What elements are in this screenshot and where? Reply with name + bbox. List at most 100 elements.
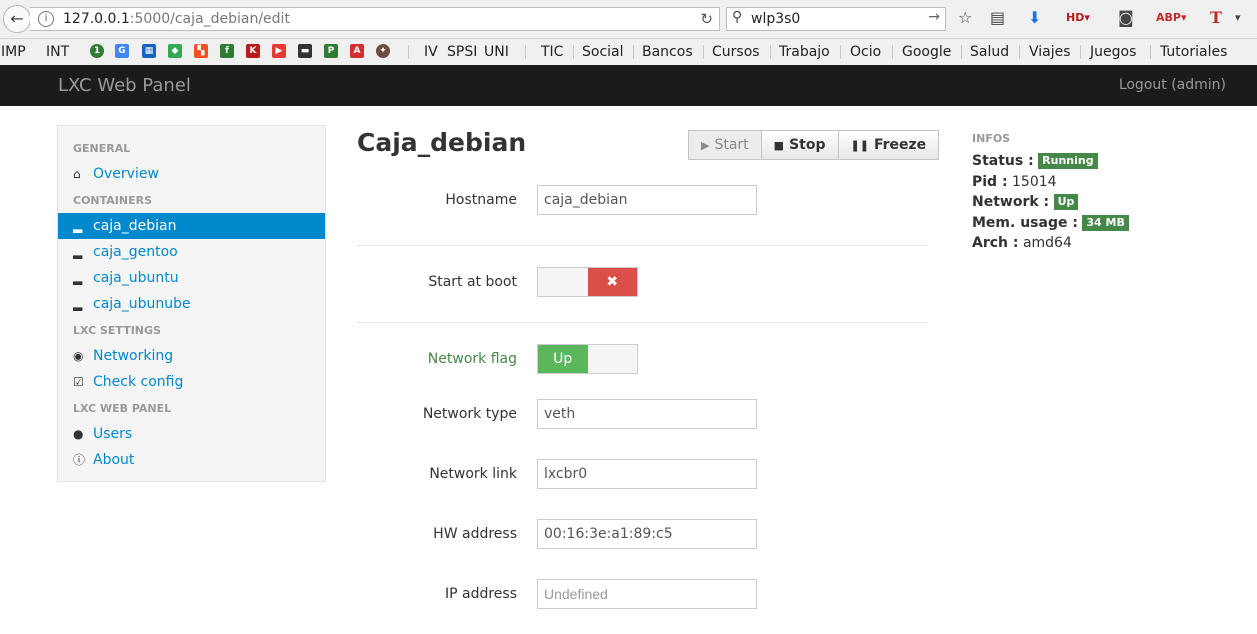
logout-link[interactable]: Logout (admin) — [1119, 77, 1226, 93]
network-flag-on: Up — [538, 345, 588, 373]
back-icon[interactable]: ← — [3, 5, 31, 33]
info-icon[interactable]: i — [38, 11, 54, 27]
bookmark-juegos[interactable]: Juegos — [1090, 44, 1136, 60]
bookmark-favicon-translate[interactable]: G — [115, 44, 129, 58]
bookmark-bancos[interactable]: Bancos — [642, 44, 693, 60]
reading-list-icon[interactable]: ▤ — [990, 8, 1005, 27]
sidebar-item-overview[interactable]: ⌂ Overview — [58, 161, 325, 187]
network-link-field[interactable]: lxcbr0 — [537, 459, 757, 489]
bookmark-separator — [892, 45, 893, 59]
go-arrow-icon[interactable]: → — [928, 9, 940, 25]
bookmark-uni[interactable]: UNI — [484, 44, 509, 60]
bookmark-viajes[interactable]: Viajes — [1029, 44, 1071, 60]
bookmark-favicon-maps[interactable]: ◆ — [168, 44, 182, 58]
start-at-boot-toggle[interactable]: ✖ — [537, 267, 638, 297]
bookmark-salud[interactable]: Salud — [970, 44, 1009, 60]
url-text: 127.0.0.1:5000/caja_debian/edit — [63, 11, 290, 27]
sidebar-item-caja-ubuntu[interactable]: ▂ caja_ubuntu — [58, 265, 325, 291]
ip-address-field[interactable] — [537, 579, 757, 609]
bookmark-favicon-angular[interactable]: A — [350, 44, 364, 58]
hdd-icon: ▂ — [73, 297, 83, 311]
info-arch: Arch : amd64 — [972, 235, 1072, 251]
bookmark-imp[interactable]: IMP — [1, 44, 26, 60]
reload-icon[interactable]: ↻ — [700, 10, 713, 28]
network-type-field[interactable]: veth — [537, 399, 757, 429]
sidebar-item-check-config[interactable]: ☑ Check config — [58, 369, 325, 395]
network-badge: Up — [1053, 194, 1079, 210]
user-icon: ● — [73, 427, 84, 441]
hw-address-label: HW address — [433, 526, 517, 542]
pid-value: 15014 — [1012, 174, 1057, 190]
download-icon[interactable]: ⬇ — [1028, 8, 1041, 27]
url-bar[interactable]: i 127.0.0.1:5000/caja_debian/edit ↻ — [30, 7, 720, 31]
info-network: Network : Up — [972, 194, 1079, 210]
toggle-on-side — [538, 268, 588, 296]
bookmark-favicon-sofa[interactable]: ▬ — [298, 44, 312, 58]
stop-icon: ■ — [773, 139, 785, 152]
freeze-button-label: Freeze — [873, 137, 927, 153]
hostname-field[interactable]: caja_debian — [537, 185, 757, 215]
bookmark-int[interactable]: INT — [46, 44, 69, 60]
bookmark-google[interactable]: Google — [902, 44, 951, 60]
sidebar-item-caja-ubunube[interactable]: ▂ caja_ubunube — [58, 291, 325, 317]
hdd-icon: ▂ — [73, 271, 83, 285]
network-flag-toggle[interactable]: Up — [537, 344, 638, 374]
start-button[interactable]: ▶ Start — [688, 130, 762, 160]
search-input[interactable]: wlp3s0 — [751, 11, 800, 27]
infos-header: INFOS — [972, 132, 1011, 145]
freeze-button[interactable]: ❚❚ Freeze — [838, 130, 940, 160]
sidebar-item-users[interactable]: ● Users — [58, 421, 325, 447]
hdd-icon: ▂ — [73, 245, 83, 259]
start-button-label: Start — [714, 137, 749, 153]
page-title: Caja_debian — [357, 128, 527, 157]
bookmark-trabajo[interactable]: Trabajo — [779, 44, 830, 60]
sidebar-item-label: Check config — [93, 374, 184, 390]
pocket-icon[interactable]: ◙ — [1118, 8, 1134, 27]
bookmark-tutoriales[interactable]: Tutoriales — [1160, 44, 1227, 60]
nav-header-lxc-settings: LXC SETTINGS — [73, 324, 161, 337]
sidebar-item-networking[interactable]: ◉ Networking — [58, 343, 325, 369]
browser-toolbar: ← i 127.0.0.1:5000/caja_debian/edit ↻ ⚲ … — [0, 0, 1257, 39]
bookmark-favicon-windows[interactable]: ▚ — [194, 44, 208, 58]
bookmark-star-icon[interactable]: ☆ — [958, 8, 972, 27]
bookmark-favicon-3[interactable]: ▦ — [142, 44, 156, 58]
bookmark-separator — [770, 45, 771, 59]
container-actions: ▶ Start ■ Stop ❚❚ Freeze — [688, 130, 940, 160]
search-bar[interactable]: ⚲ wlp3s0 → — [726, 7, 946, 31]
pause-icon: ❚❚ — [850, 139, 869, 152]
stop-button[interactable]: ■ Stop — [761, 130, 839, 160]
bookmark-cursos[interactable]: Cursos — [712, 44, 760, 60]
bookmark-social[interactable]: Social — [582, 44, 624, 60]
bookmark-favicon-k[interactable]: K — [246, 44, 260, 58]
arch-label: Arch : — [972, 235, 1019, 251]
sidebar-item-caja-gentoo[interactable]: ▂ caja_gentoo — [58, 239, 325, 265]
sidebar-item-label: caja_ubuntu — [93, 270, 179, 286]
play-icon: ▶ — [701, 139, 710, 152]
bookmark-separator — [1019, 45, 1020, 59]
sidebar-item-label: Networking — [93, 348, 174, 364]
info-status: Status : Running — [972, 153, 1098, 169]
sidebar-item-caja-debian[interactable]: ▂ caja_debian — [58, 213, 325, 239]
bookmark-ocio[interactable]: Ocio — [850, 44, 881, 60]
start-at-boot-label: Start at boot — [428, 274, 517, 290]
bookmark-tic[interactable]: TIC — [541, 44, 563, 60]
bookmark-iv[interactable]: IV — [424, 44, 438, 60]
chevron-down-icon[interactable]: ▾ — [1235, 11, 1241, 24]
sidebar-item-about[interactable]: ⓘ About — [58, 447, 325, 473]
bookmark-spsi[interactable]: SPSI — [447, 44, 477, 60]
bookmark-favicon-p[interactable]: P — [324, 44, 338, 58]
bookmark-favicon-university[interactable]: ✦ — [376, 44, 390, 58]
hd-extension-icon[interactable]: HD▾ — [1066, 11, 1090, 24]
translate-extension-icon[interactable]: T — [1210, 8, 1222, 27]
hw-address-field[interactable]: 00:16:3e:a1:89:c5 — [537, 519, 757, 549]
hostname-label: Hostname — [445, 192, 517, 208]
bookmark-separator — [961, 45, 962, 59]
bookmarks-bar: IMP INT 1 G ▦ ◆ ▚ f K ▶ ▬ P A ✦ IV SPSI … — [0, 39, 1257, 66]
bookmark-favicon-feedly[interactable]: f — [220, 44, 234, 58]
sidebar-item-label: About — [93, 452, 135, 468]
status-label: Status : — [972, 153, 1034, 169]
bookmark-favicon-youtube[interactable]: ▶ — [272, 44, 286, 58]
adblock-icon[interactable]: ABP▾ — [1156, 11, 1186, 24]
bookmark-favicon-1[interactable]: 1 — [90, 44, 104, 58]
brand[interactable]: LXC Web Panel — [58, 75, 191, 96]
